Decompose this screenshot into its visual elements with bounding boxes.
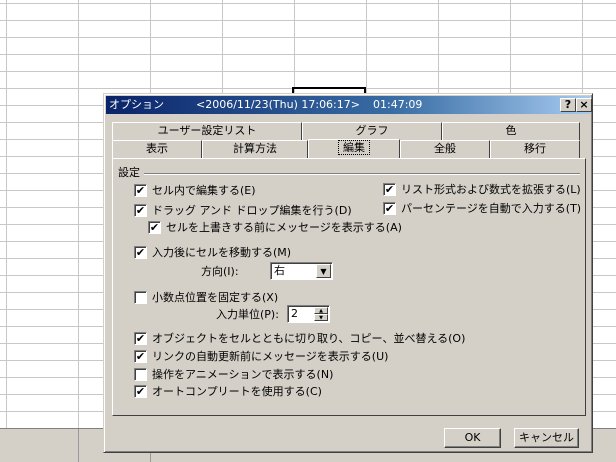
tab-edit[interactable]: 編集: [308, 139, 400, 159]
group-divider: [144, 173, 580, 175]
places-stepper[interactable]: 2 ▲ ▼: [287, 305, 330, 323]
tab-label: ユーザー設定リスト: [157, 124, 257, 137]
cut-copy-sort-checkbox[interactable]: ✔: [134, 332, 147, 345]
animate-label: 操作をアニメーションで表示する(N): [152, 368, 334, 381]
edit-in-cell-label: セル内で編集する(E): [152, 184, 256, 197]
spin-up-icon[interactable]: ▲: [314, 307, 328, 314]
auto-percent-label: パーセンテージを自動で入力する(T): [401, 202, 582, 215]
alert-overwrite-checkbox[interactable]: ✔: [148, 221, 161, 234]
options-dialog: オプション <2006/11/23(Thu) 17:06:17> 01:47:0…: [103, 93, 593, 453]
fixed-decimal-label: 小数点位置を固定する(X): [152, 291, 279, 304]
move-after-enter-checkbox[interactable]: ✔: [134, 246, 147, 259]
close-button[interactable]: ×: [576, 98, 592, 112]
drag-drop-checkbox[interactable]: ✔: [134, 204, 147, 217]
places-label: 入力単位(P):: [216, 308, 279, 321]
tab-chart[interactable]: グラフ: [302, 122, 442, 140]
title-elapsed-time: 01:47:09: [373, 98, 423, 111]
title-datetime: <2006/11/23(Thu) 17:06:17>: [196, 98, 360, 111]
tab-label: 計算方法: [233, 142, 277, 155]
auto-percent-checkbox[interactable]: ✔: [383, 202, 396, 215]
spin-down-icon[interactable]: ▼: [314, 314, 328, 321]
extend-list-checkbox[interactable]: ✔: [383, 183, 396, 196]
extend-list-label: リスト形式および数式を拡張する(L): [401, 183, 581, 196]
fixed-decimal-option[interactable]: 小数点位置を固定する(X): [134, 291, 278, 304]
fixed-decimal-checkbox[interactable]: [134, 291, 147, 304]
tab-label: 表示: [146, 142, 168, 155]
tab-transition[interactable]: 移行: [490, 140, 580, 158]
direction-select[interactable]: 右 ▼: [270, 262, 333, 280]
places-value: 2: [291, 307, 298, 320]
ask-update-links-label: リンクの自動更新前にメッセージを表示する(U): [152, 350, 389, 363]
dialog-title: オプション: [109, 98, 164, 111]
tab-label: 全般: [434, 142, 456, 155]
extend-list-option[interactable]: ✔ リスト形式および数式を拡張する(L): [383, 183, 581, 196]
drag-drop-option[interactable]: ✔ ドラッグ アンド ドロップ編集を行う(D): [134, 204, 352, 217]
autocomplete-checkbox[interactable]: ✔: [134, 385, 147, 398]
autocomplete-label: オートコンプリートを使用する(C): [152, 385, 322, 398]
ok-button[interactable]: OK: [444, 428, 501, 448]
cut-copy-sort-option[interactable]: ✔ オブジェクトをセルとともに切り取り、コピー、並べ替える(O): [134, 332, 465, 345]
drag-drop-label: ドラッグ アンド ドロップ編集を行う(D): [152, 204, 352, 217]
chevron-down-icon[interactable]: ▼: [316, 264, 331, 278]
tab-calculation[interactable]: 計算方法: [202, 140, 308, 158]
direction-value: 右: [274, 264, 285, 277]
cancel-button[interactable]: キャンセル: [514, 428, 579, 448]
tab-label: 編集: [338, 140, 370, 155]
tab-label: グラフ: [355, 124, 389, 137]
tab-custom-lists[interactable]: ユーザー設定リスト: [112, 122, 302, 140]
ask-update-links-checkbox[interactable]: ✔: [134, 350, 147, 363]
direction-label: 方向(I):: [201, 265, 239, 278]
column-divider: [78, 429, 79, 462]
settings-group-label: 設定: [118, 166, 140, 179]
auto-percent-option[interactable]: ✔ パーセンテージを自動で入力する(T): [383, 202, 581, 215]
move-after-enter-label: 入力後にセルを移動する(M): [152, 246, 292, 259]
autocomplete-option[interactable]: ✔ オートコンプリートを使用する(C): [134, 385, 322, 398]
tab-color[interactable]: 色: [442, 122, 580, 140]
move-after-enter-option[interactable]: ✔ 入力後にセルを移動する(M): [134, 246, 291, 259]
help-button[interactable]: ?: [560, 98, 576, 112]
animate-option[interactable]: 操作をアニメーションで表示する(N): [134, 368, 333, 381]
tab-label: 色: [505, 124, 517, 137]
cut-copy-sort-label: オブジェクトをセルとともに切り取り、コピー、並べ替える(O): [152, 332, 466, 345]
alert-overwrite-label: セルを上書きする前にメッセージを表示する(A): [166, 221, 402, 234]
alert-overwrite-option[interactable]: ✔ セルを上書きする前にメッセージを表示する(A): [148, 221, 402, 234]
animate-checkbox[interactable]: [134, 368, 147, 381]
tab-view[interactable]: 表示: [112, 140, 202, 158]
edit-in-cell-checkbox[interactable]: ✔: [134, 184, 147, 197]
tab-general[interactable]: 全般: [400, 140, 490, 158]
title-bar[interactable]: オプション <2006/11/23(Thu) 17:06:17> 01:47:0…: [106, 96, 592, 114]
tab-label: 移行: [524, 142, 546, 155]
ask-update-links-option[interactable]: ✔ リンクの自動更新前にメッセージを表示する(U): [134, 350, 388, 363]
edit-in-cell-option[interactable]: ✔ セル内で編集する(E): [134, 184, 256, 197]
